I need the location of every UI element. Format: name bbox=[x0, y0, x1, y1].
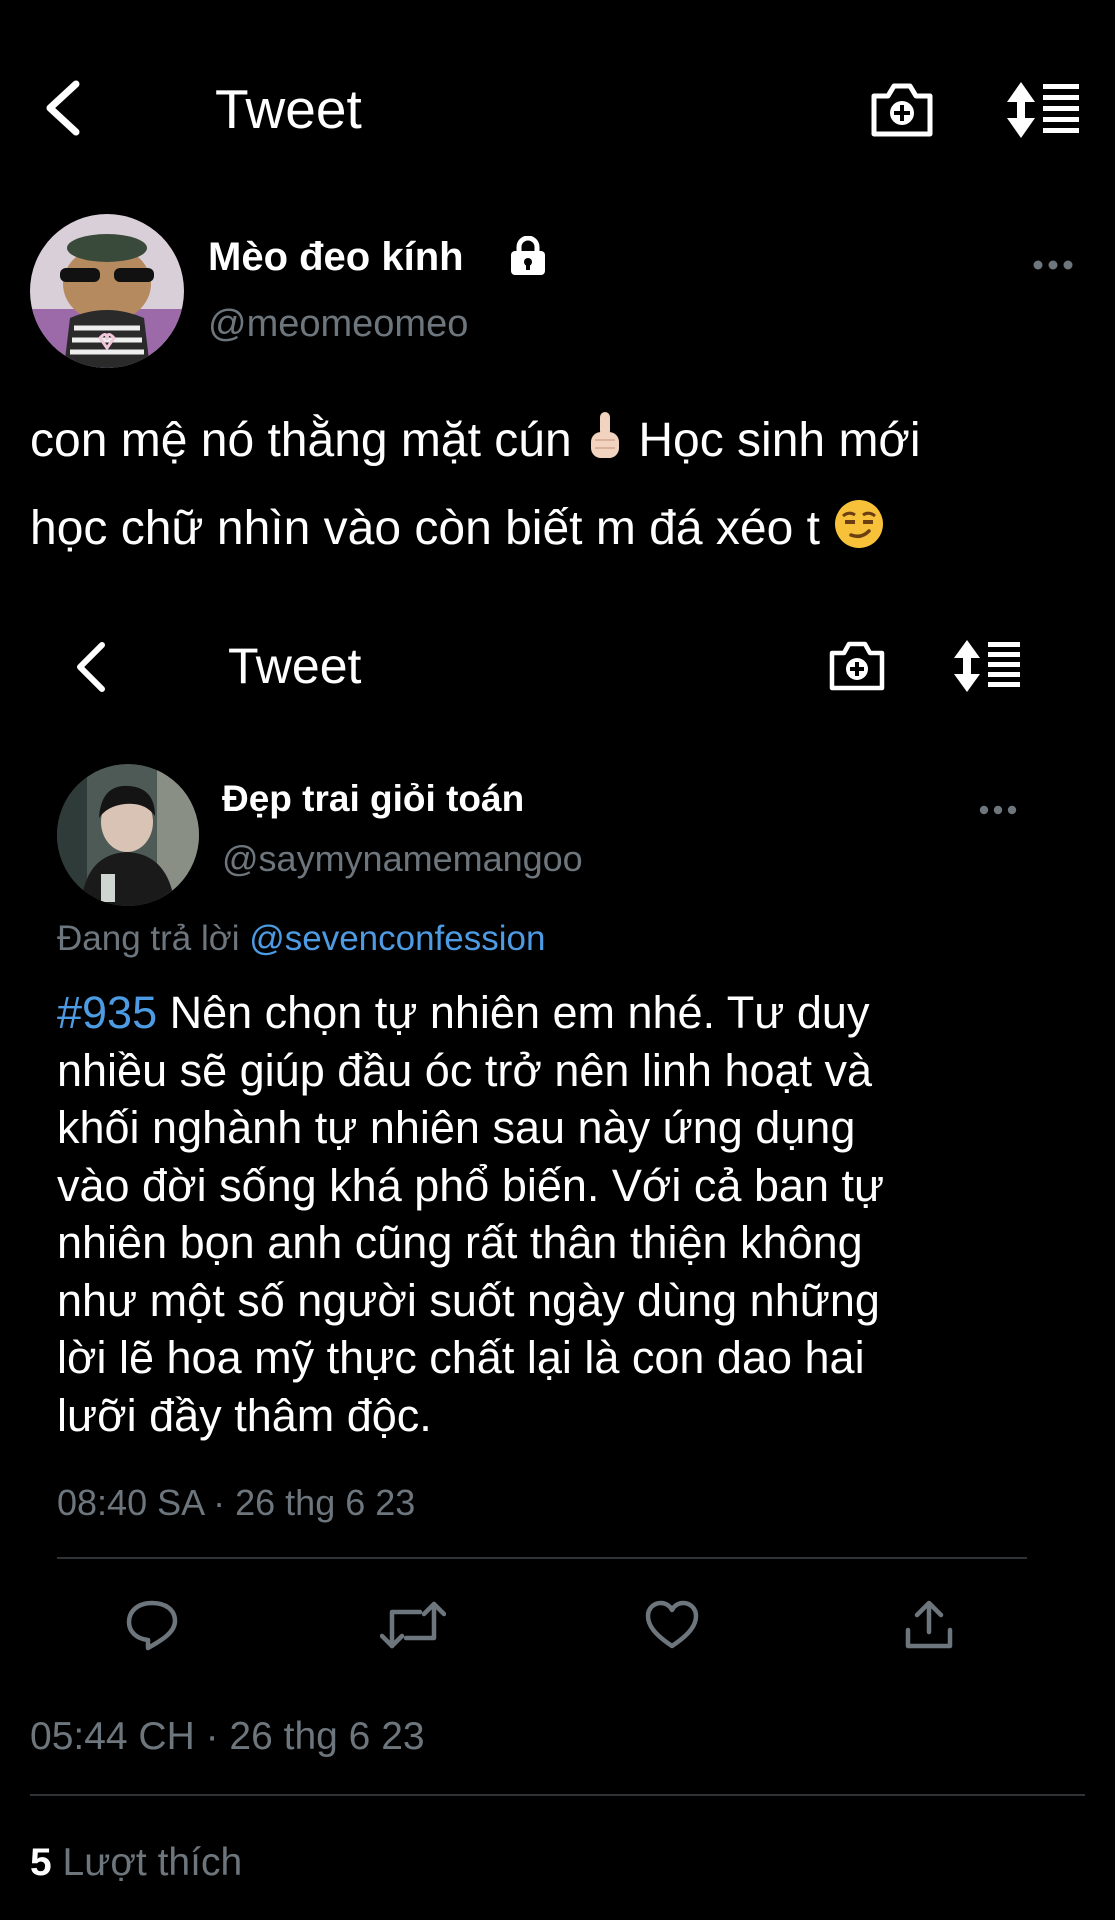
tweet-text-line1: con mệ nó thằng mặt cún bbox=[30, 414, 572, 467]
inner-back-arrow-icon bbox=[72, 640, 114, 694]
divider bbox=[30, 1794, 1085, 1796]
quoted-more-options-icon bbox=[978, 796, 1018, 824]
quoted-tweet-text: #935 Nên chọn tự nhiên em nhé. Tư duy nh… bbox=[57, 984, 1017, 1444]
like-heart-icon bbox=[644, 1598, 700, 1652]
divider bbox=[57, 1557, 1027, 1559]
tweet-text-line1-end: Học sinh mới bbox=[625, 414, 921, 467]
lock-icon bbox=[507, 236, 549, 276]
inner-camera-plus-icon bbox=[828, 638, 886, 694]
likes-count-link[interactable]: 5 Lượt thích bbox=[30, 1838, 242, 1888]
reply-to-handle: @sevenconfession bbox=[249, 919, 546, 958]
quoted-text-line: nhiều sẽ giúp đầu óc trở nên linh hoạt v… bbox=[57, 1044, 873, 1096]
retweet-icon bbox=[380, 1598, 446, 1652]
reply-prefix: Đang trả lời bbox=[57, 919, 250, 958]
author-name[interactable]: Mèo đeo kính bbox=[208, 232, 464, 282]
quoted-timestamp: 08:40 SA · 26 thg 6 23 bbox=[57, 1482, 416, 1523]
quoted-text-line: Nên chọn tự nhiên em nhé. Tư duy bbox=[157, 987, 870, 1038]
quoted-text-line: vào đời sống khá phổ biến. Với cả ban tự bbox=[57, 1159, 885, 1211]
likes-count: 5 bbox=[30, 1841, 52, 1884]
inner-page-title: Tweet bbox=[228, 638, 362, 694]
sort-icon[interactable] bbox=[1005, 80, 1081, 140]
quoted-text-line: lời lẽ hoa mỹ thực chất lại là con dao h… bbox=[57, 1332, 865, 1383]
tweet-text: con mệ nó thằng mặt cún Học sinh mới học… bbox=[30, 400, 1100, 576]
quoted-text-line: lưỡi đầy thâm độc. bbox=[57, 1389, 432, 1441]
reply-icon bbox=[124, 1598, 180, 1652]
author-handle[interactable]: @meomeomeo bbox=[208, 300, 468, 348]
inner-sort-icon bbox=[952, 638, 1022, 694]
quoted-text-line: nhiên bọn anh cũng rất thân thiện không bbox=[57, 1217, 863, 1268]
quoted-author-handle: @saymynamemangoo bbox=[222, 838, 583, 879]
tweet-text-line2: học chữ nhìn vào còn biết m đá xéo t bbox=[30, 502, 820, 555]
pointing-finger-emoji bbox=[585, 406, 625, 488]
likes-label: Lượt thích bbox=[51, 1841, 243, 1884]
page-title: Tweet bbox=[215, 78, 362, 140]
reply-context: Đang trả lời @sevenconfession bbox=[57, 916, 545, 962]
hashtag: #935 bbox=[57, 987, 158, 1038]
share-icon bbox=[902, 1598, 956, 1652]
quoted-author-name: Đẹp trai giỏi toán bbox=[222, 778, 525, 819]
smirk-emoji bbox=[833, 494, 885, 576]
quoted-text-line: như một số người suốt ngày dùng những bbox=[57, 1274, 880, 1326]
avatar[interactable] bbox=[30, 214, 184, 368]
tweet-timestamp: 05:44 CH · 26 thg 6 23 bbox=[30, 1715, 425, 1758]
camera-plus-icon[interactable] bbox=[870, 80, 934, 140]
back-arrow-icon[interactable] bbox=[40, 78, 90, 138]
quoted-avatar bbox=[57, 764, 199, 906]
quoted-text-line: khối nghành tự nhiên sau này ứng dụng bbox=[57, 1102, 856, 1153]
more-options-icon[interactable] bbox=[1032, 250, 1074, 280]
